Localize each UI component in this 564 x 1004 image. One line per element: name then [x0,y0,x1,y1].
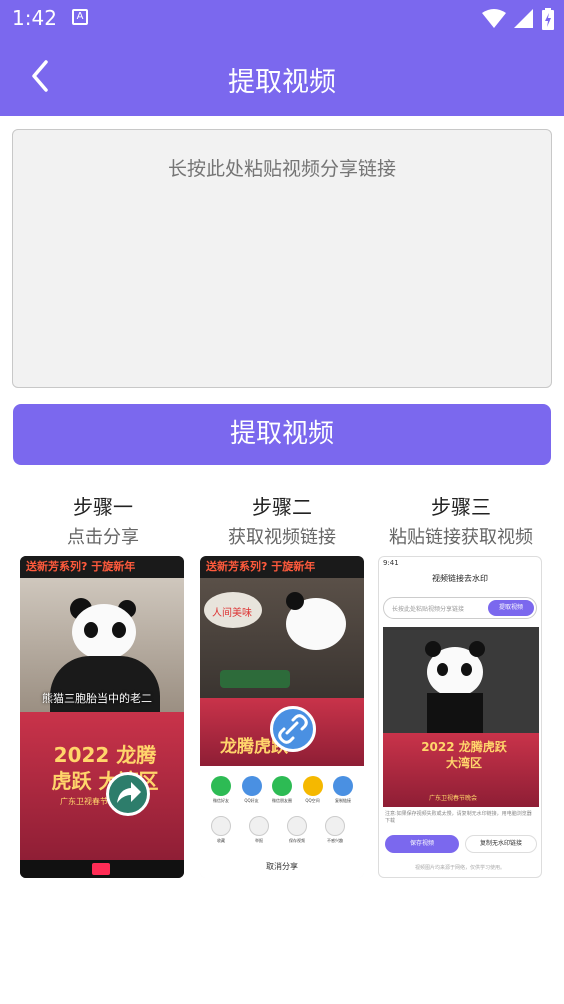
status-bar: 1:42 A [0,0,564,38]
poster-brand: 广东卫视春节晚会 [429,795,478,802]
battery-icon [542,8,554,30]
mini-video: 2022 龙腾虎跃 大湾区 广东卫视春节晚会 [383,627,539,807]
step-three: 步骤三 粘贴链接获取视频 [371,492,551,552]
app-header: 1:42 A 提取视频 [0,0,564,116]
mini-extract-button: 提取视频 [488,600,534,616]
panda-image: 熊猫三胞胎当中的老二 [20,578,184,712]
thought-bubble: 人间美味 [212,608,252,619]
page-title: 提取视频 [228,67,336,98]
tab-bar [20,860,184,878]
step-one-screenshot: 送新芳系列? 于旋新年 熊猫三胞胎当中的老二 2022 龙腾虎跃 大湾区 广东卫… [20,556,184,878]
mini-note: 注意:如果保存视频失败或太慢，请复制无水印链接，用电脑浏览器下载 [385,811,532,824]
mini-input: 长按此处粘贴视频分享链接 提取视频 [383,597,537,619]
nav-bar: 提取视频 [0,38,564,116]
status-time: 1:42 [12,6,57,30]
extract-video-button[interactable]: 提取视频 [13,404,551,465]
step-title: 步骤三 [431,495,491,519]
step-two-screenshot: 送新芳系列? 于旋新年 人间美味 龙腾虎跃 微信好友 QQ好友 微信朋友圈 QQ… [200,556,364,878]
share-sheet: 微信好友 QQ好友 微信朋友圈 QQ空间 复制链接 收藏 举报 保存视频 不感兴… [200,766,364,878]
step-one: 步骤一 点击分享 [13,492,193,552]
event-poster: 2022 龙腾虎跃 大湾区 广东卫视春节晚会 [20,712,184,862]
link-input[interactable] [12,129,552,388]
video-banner: 送新芳系列? 于旋新年 [200,556,364,578]
wifi-icon [482,9,506,28]
step-title: 步骤一 [73,495,133,519]
mini-save-button: 保存视频 [385,835,459,853]
step-three-screenshot: 9:41 视频链接去水印 长按此处粘贴视频分享链接 提取视频 2022 龙腾虎跃… [378,556,542,878]
step-subtitle: 点击分享 [67,527,139,548]
status-icons [482,8,554,30]
step-title: 步骤二 [252,495,312,519]
signal-icon [514,9,533,28]
mini-copy-button: 复制无水印链接 [465,835,537,853]
step-two: 步骤二 获取视频链接 [192,492,372,552]
share-icon [106,772,150,816]
panda-image: 人间美味 [200,578,364,698]
video-banner: 送新芳系列? 于旋新年 [20,556,184,578]
notification-icon: A [72,9,88,25]
link-icon [270,706,316,752]
cancel-share: 取消分享 [266,862,298,871]
step-subtitle: 粘贴链接获取视频 [389,527,533,548]
poster-text: 2022 龙腾虎跃 大湾区 [421,740,507,770]
step-subtitle: 获取视频链接 [228,527,336,548]
mini-footer: 视频图片均来源于网络，仅供学习使用。 [414,865,505,871]
mini-title: 视频链接去水印 [432,574,488,583]
video-caption: 熊猫三胞胎当中的老二 [42,692,152,705]
